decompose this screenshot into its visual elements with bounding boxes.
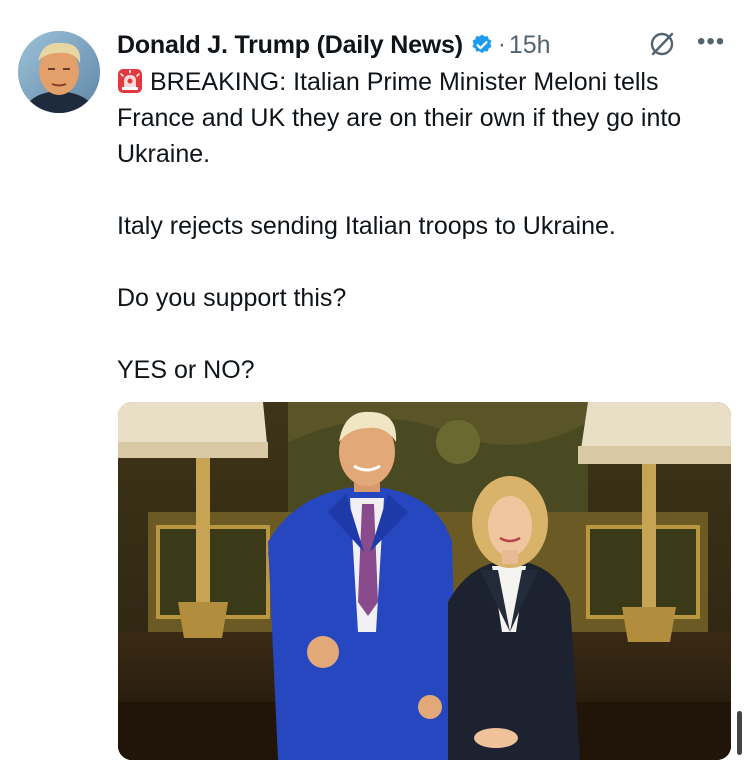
scrollbar[interactable] (737, 711, 742, 755)
tweet-paragraph-3: Do you support this? (117, 284, 347, 312)
author-avatar[interactable] (18, 31, 100, 113)
tweet-paragraph-1: BREAKING: Italian Prime Minister Meloni … (117, 64, 737, 172)
verified-badge-icon (472, 34, 492, 54)
police-car-light-icon (118, 69, 142, 93)
tweet-paragraph-4: YES or NO? (117, 356, 255, 384)
tweet-photo[interactable] (118, 402, 731, 760)
paragraph-text: BREAKING: Italian Prime Minister Meloni … (117, 68, 682, 168)
timestamp[interactable]: 15h (509, 31, 551, 60)
separator-dot: · (497, 31, 506, 58)
grok-icon[interactable] (648, 30, 676, 58)
avatar-image (18, 31, 100, 113)
tweet-header: Donald J. Trump (Daily News) · 15h ••• (117, 26, 730, 64)
more-options-icon[interactable]: ••• (697, 28, 725, 56)
photo-image (118, 402, 731, 760)
author-name[interactable]: Donald J. Trump (Daily News) (117, 31, 463, 60)
tweet-paragraph-2: Italy rejects sending Italian troops to … (117, 212, 616, 240)
tweet-text: BREAKING: Italian Prime Minister Meloni … (117, 64, 737, 388)
